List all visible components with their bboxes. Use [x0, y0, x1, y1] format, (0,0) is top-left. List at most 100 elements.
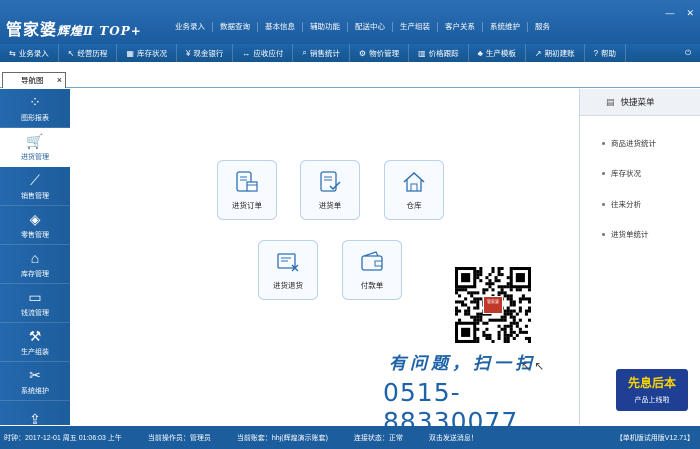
toolbar-button[interactable]: ? 帮助	[585, 44, 627, 62]
close-icon[interactable]: ✕	[686, 8, 694, 19]
sidebar-item-label: 系统维护	[21, 387, 49, 395]
route-icon: ↖	[67, 48, 75, 58]
gear-icon: ⚙	[358, 48, 367, 58]
qr-code: 管家婆	[455, 267, 531, 343]
status-version: 【单机版试用版V12.71】	[615, 434, 694, 442]
sidebar-item-label: 钱流管理	[21, 309, 49, 317]
sidebar-item[interactable]: ⚒ 生产组装	[0, 323, 70, 362]
quick-menu-item[interactable]: 商品进货统计	[580, 128, 700, 159]
toolbar-button-label: 应收应付	[253, 48, 284, 58]
toolbar-button-label: 销售统计	[309, 48, 340, 58]
top-menu-item[interactable]: 数据查询	[213, 22, 258, 32]
quick-menu-item[interactable]: 进货单统计	[580, 220, 700, 251]
toolbar-button-label: 现金银行	[193, 48, 224, 58]
wrench-icon: ⚒	[28, 327, 42, 344]
tab-nav-map[interactable]: 导航图 ×	[2, 72, 66, 88]
toolbar-button[interactable]: ↔ 应收应付	[233, 44, 294, 62]
top-menu-item[interactable]: 辅助功能	[303, 22, 348, 32]
quick-menu-item-label: 往来分析	[611, 199, 641, 209]
window-controls: — ✕	[665, 8, 694, 19]
tile-label: 付款单	[360, 280, 384, 290]
tile-payment-bill[interactable]: 付款单	[342, 240, 402, 300]
title-bar: 管家婆辉煌Ⅱ TOP+ 业务录入 数据查询 基本信息 辅助功能 配送中心 生产组装 客户关系…	[0, 0, 700, 44]
sidebar-item-label: 进货管理	[21, 153, 49, 161]
quick-menu-item-label: 进货单统计	[611, 230, 649, 240]
toolbar-button-label: 期初建账	[544, 48, 575, 58]
promo-subtitle: 产品上线啦	[634, 397, 670, 404]
sidebar-item-label: 库存管理	[21, 270, 49, 278]
tile-purchase-order[interactable]: 进货订单	[217, 160, 277, 220]
toolbar: ⇆ 业务录入 ↖ 经营历程 ▦ 库存状况 ¥ 现金银行 ↔ 应收应付 ⌕ 销售统计 ⚙ 物价管理 ▥ 价格跟踪…	[0, 44, 700, 62]
cart-icon: 🛒	[26, 132, 44, 149]
clipboard-icon: ⇆	[9, 48, 16, 58]
logo-main-text: 管家婆	[6, 20, 58, 39]
toolbar-button-label: 帮助	[601, 48, 617, 58]
status-bar: 时钟：2017-12-01 周五 01:06:03 上午 当前操作员：管理员 当…	[0, 426, 700, 449]
upload-icon: ⇪	[29, 410, 41, 426]
tile-warehouse[interactable]: 仓库	[384, 160, 444, 220]
toolbar-button-label: 业务录入	[18, 48, 49, 58]
arrow-marks: ↖ ↖	[521, 359, 545, 373]
external-icon: ↗	[534, 48, 542, 58]
top-menu-item[interactable]: 服务	[528, 22, 557, 32]
tile-label: 进货订单	[232, 200, 262, 210]
toolbar-button-label: 物价管理	[369, 48, 400, 58]
bullet-icon	[602, 233, 605, 237]
wallet-icon	[359, 250, 385, 274]
help-icon: ?	[593, 48, 599, 58]
power-icon[interactable]: ⏻	[676, 44, 700, 62]
toolbar-button[interactable]: ▦ 库存状况	[117, 44, 177, 62]
quick-menu-item[interactable]: 库存状况	[580, 159, 700, 190]
toolbar-button[interactable]: ⚙ 物价管理	[350, 44, 410, 62]
top-menu-item[interactable]: 基本信息	[258, 22, 303, 32]
toolbar-button[interactable]: ¥ 现金银行	[177, 44, 234, 62]
tile-purchase-return[interactable]: 进货退货	[258, 240, 318, 300]
sitemap-icon: ♣	[477, 48, 483, 58]
top-menu: 业务录入 数据查询 基本信息 辅助功能 配送中心 生产组装 客户关系 系统维护 服务	[168, 22, 557, 32]
toolbar-button[interactable]: ↖ 经营历程	[59, 44, 118, 62]
status-account: 当前账套：hhj(辉煌演示账套)	[236, 434, 328, 442]
tab-close-icon[interactable]: ×	[57, 75, 62, 85]
sidebar-item[interactable]: ⌂ 库存管理	[0, 245, 70, 284]
sidebar-item[interactable]: ⟋ 销售管理	[0, 167, 70, 206]
tools-icon: ✂	[29, 366, 41, 383]
sidebar-item[interactable]: ▭ 钱流管理	[0, 284, 70, 323]
trend-icon: ⟋	[30, 171, 40, 188]
quick-menu-panel: ▤ 快捷菜单 商品进货统计库存状况往来分析进货单统计 先息后本 产品上线啦	[579, 89, 700, 425]
card-icon: ▭	[28, 288, 42, 305]
tag-icon: ◈	[29, 210, 41, 227]
top-menu-item[interactable]: 系统维护	[483, 22, 528, 32]
promo-banner[interactable]: 先息后本 产品上线啦	[616, 369, 688, 411]
toolbar-button[interactable]: ⌕ 销售统计	[293, 44, 350, 62]
sidebar-item[interactable]: ⁘ 图形报表	[0, 89, 70, 128]
sidebar-item[interactable]: ⇪	[0, 401, 70, 426]
status-message[interactable]: 双击发送消息！	[429, 433, 478, 443]
toolbar-button-label: 生产模板	[485, 48, 516, 58]
quick-menu-title: 快捷菜单	[620, 97, 655, 107]
sidebar-item[interactable]: ✂ 系统维护	[0, 362, 70, 401]
exchange-icon: ↔	[242, 48, 251, 58]
return-doc-icon	[275, 250, 301, 274]
top-menu-item[interactable]: 业务录入	[168, 22, 213, 32]
sidebar-item-label: 图形报表	[21, 114, 49, 122]
sidebar-item[interactable]: ◈ 零售管理	[0, 206, 70, 245]
sidebar-item-label: 销售管理	[21, 192, 49, 200]
house-icon	[401, 170, 427, 194]
toolbar-button[interactable]: ▥ 价格跟踪	[409, 44, 469, 62]
quick-menu-item[interactable]: 往来分析	[580, 189, 700, 220]
toolbar-button[interactable]: ⇆ 业务录入	[0, 44, 59, 62]
toolbar-button[interactable]: ♣ 生产模板	[469, 44, 526, 62]
toolbar-button[interactable]: ↗ 期初建账	[526, 44, 585, 62]
top-menu-item[interactable]: 生产组装	[393, 22, 438, 32]
tile-purchase-bill[interactable]: 进货单	[300, 160, 360, 220]
minimize-icon[interactable]: —	[665, 8, 674, 19]
quick-menu-item-label: 库存状况	[611, 169, 641, 179]
checklist-icon	[317, 170, 343, 194]
scan-slogan: 有问题，扫一扫	[389, 354, 536, 374]
top-menu-item[interactable]: 客户关系	[438, 22, 483, 32]
toolbar-button-label: 价格跟踪	[428, 48, 459, 58]
top-menu-item[interactable]: 配送中心	[348, 22, 393, 32]
search-icon: ⌕	[302, 48, 307, 57]
document-icon: ▤	[606, 96, 615, 107]
sidebar-item[interactable]: 🛒 进货管理	[0, 128, 70, 167]
